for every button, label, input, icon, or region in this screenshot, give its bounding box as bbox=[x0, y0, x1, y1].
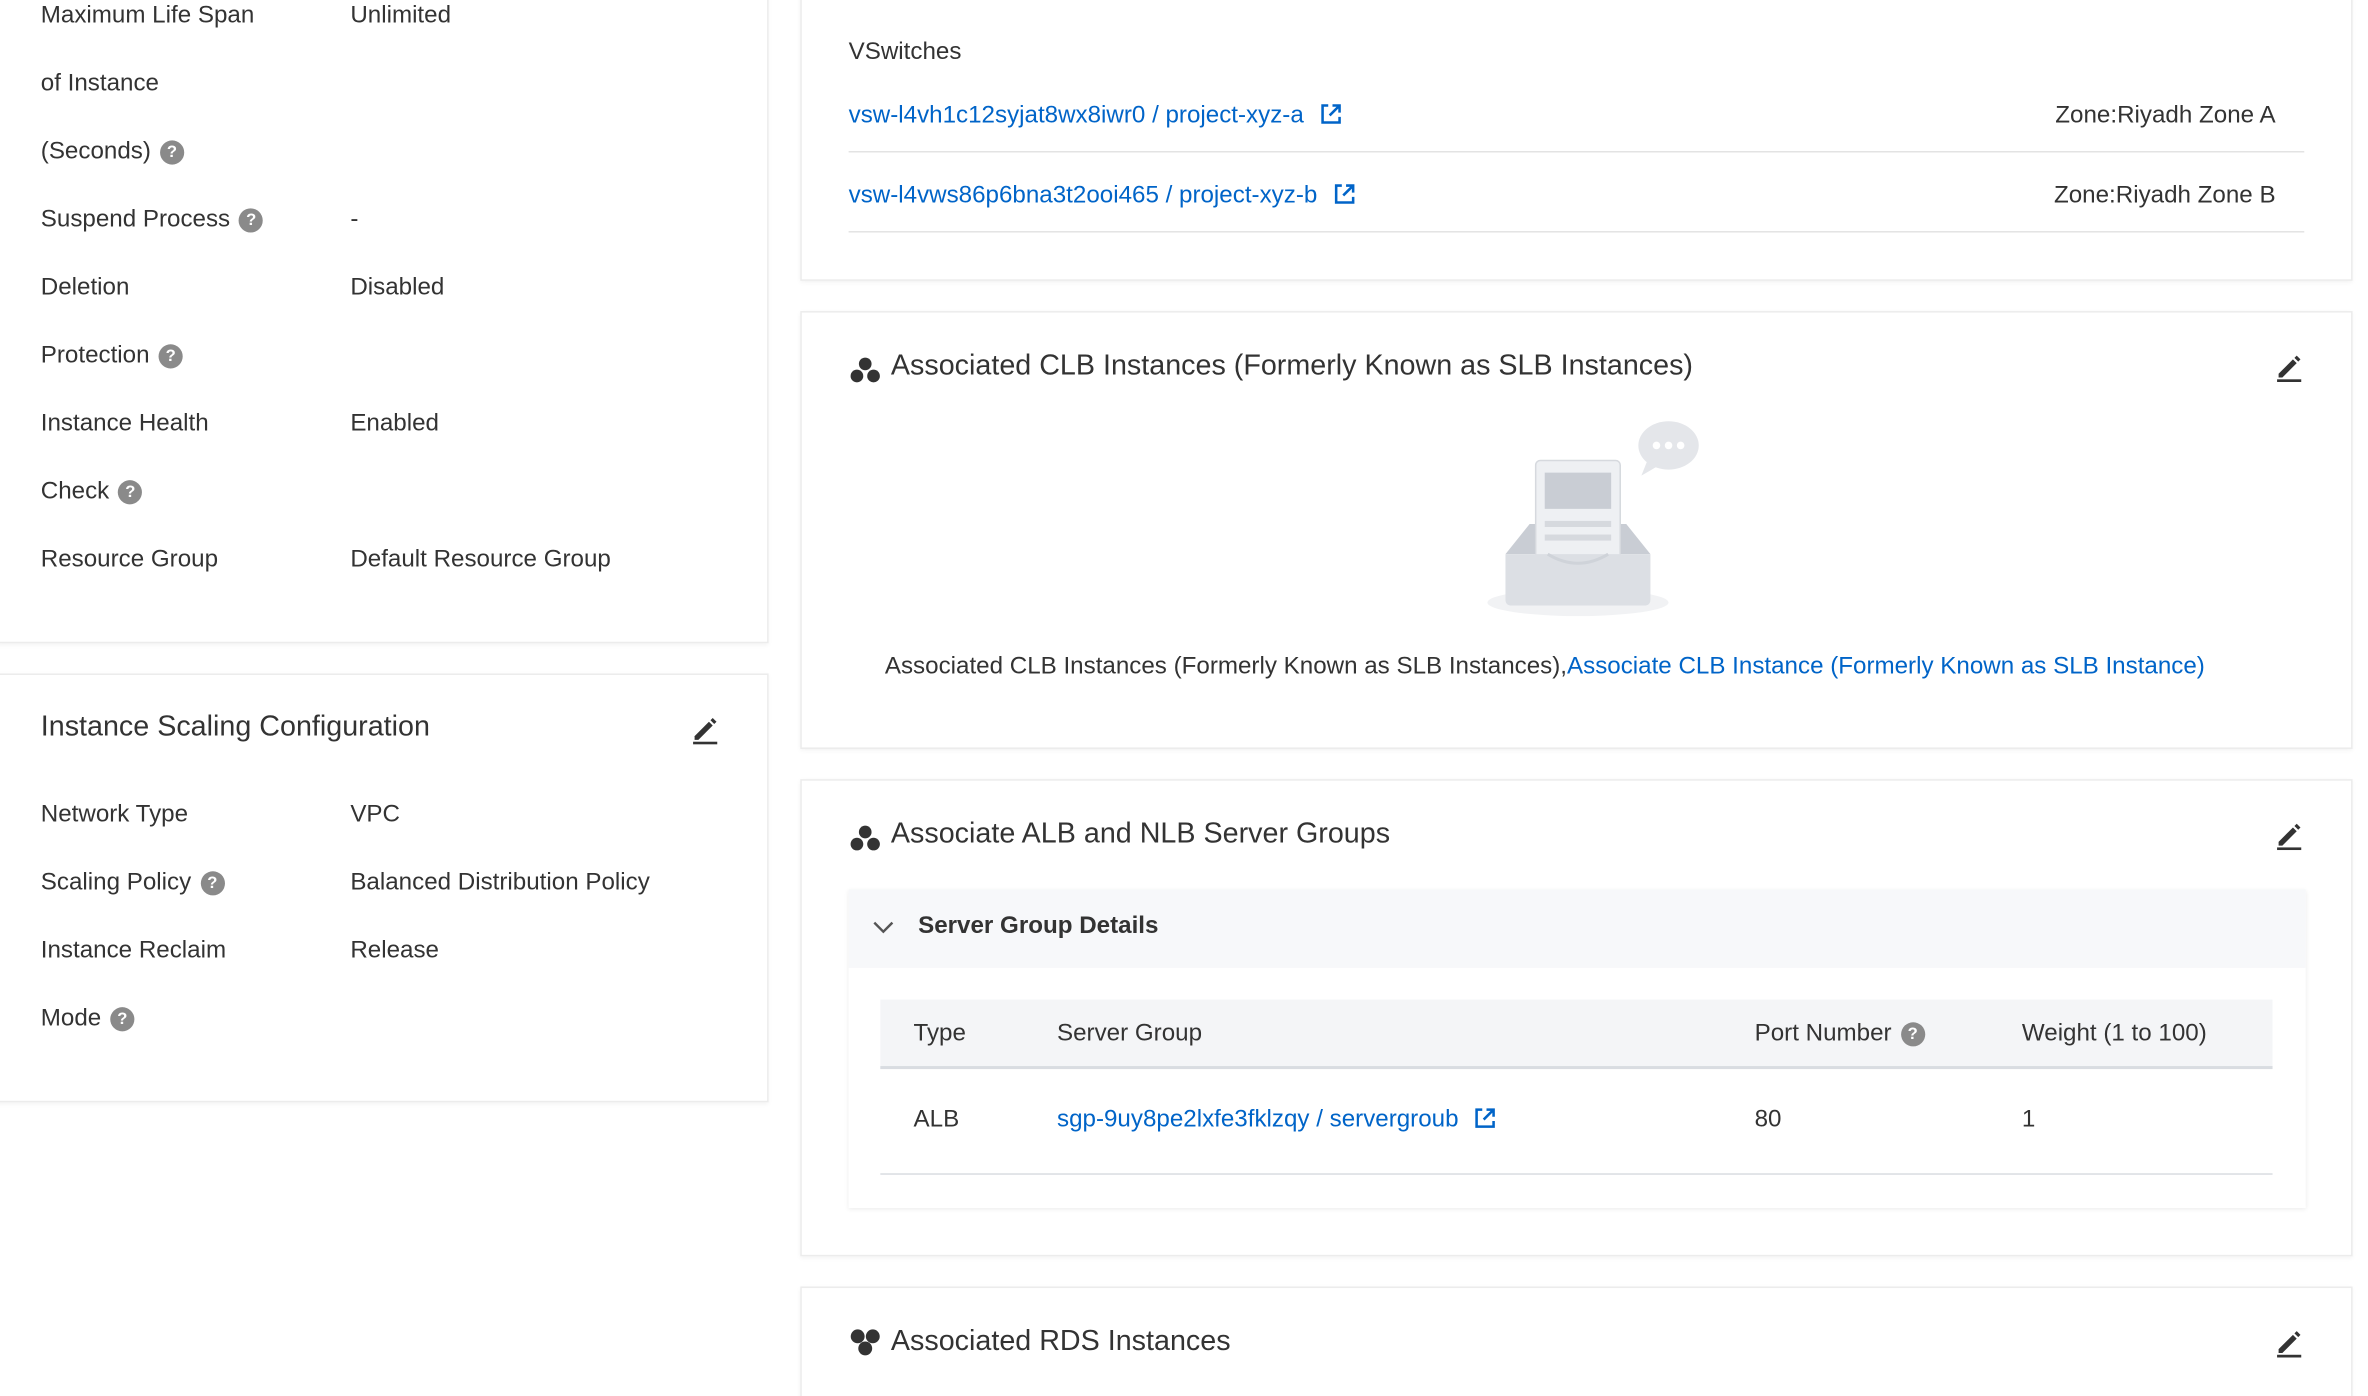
pencil-icon[interactable] bbox=[2274, 820, 2304, 851]
server-group-table: Type Server Group Port Number? Weight (1… bbox=[880, 999, 2273, 1175]
scaling-label-policy: Scaling Policy? bbox=[41, 870, 225, 897]
external-link-icon[interactable] bbox=[1333, 183, 1356, 206]
server-group-panel-header[interactable]: Server Group Details bbox=[848, 889, 2306, 968]
cell-port: 80 bbox=[1754, 1106, 1782, 1133]
server-group-panel: Server Group Details Type Server Group P… bbox=[848, 889, 2306, 1208]
scaling-label-reclaim-mode: Instance Reclaim bbox=[40, 937, 227, 964]
vswitch-zone-b: Zone:Riyadh Zone B bbox=[2053, 182, 2276, 209]
detail-label-deletion-protection: Deletion bbox=[40, 274, 130, 301]
empty-inbox-icon bbox=[1487, 421, 1699, 617]
question-circle-icon[interactable]: ? bbox=[239, 208, 264, 233]
pencil-icon[interactable] bbox=[2274, 352, 2304, 383]
cluster-icon bbox=[850, 825, 880, 851]
scaling-value-reclaim-mode: Release bbox=[350, 937, 439, 964]
detail-label-health-check: Instance Health bbox=[40, 410, 209, 437]
details-card: Maximum Life Span of Instance (Seconds)?… bbox=[0, 0, 769, 644]
col-header-weight: Weight (1 to 100) bbox=[2021, 1020, 2207, 1047]
clb-empty-message: Associated CLB Instances (Formerly Known… bbox=[884, 653, 2205, 680]
scaling-value-network-type: VPC bbox=[350, 801, 401, 828]
question-circle-icon[interactable]: ? bbox=[1900, 1022, 1925, 1047]
pencil-icon[interactable] bbox=[2274, 1327, 2304, 1358]
detail-value-deletion-protection: Disabled bbox=[350, 274, 445, 301]
vswitches-heading: VSwitches bbox=[848, 39, 962, 65]
server-group-panel-title: Server Group Details bbox=[918, 913, 1159, 940]
rds-card: Associated RDS Instances bbox=[800, 1286, 2353, 1396]
question-circle-icon[interactable]: ? bbox=[200, 871, 225, 896]
detail-value-max-life-span: Unlimited bbox=[350, 3, 452, 29]
external-link-icon[interactable] bbox=[1474, 1107, 1497, 1130]
vswitch-zone-a: Zone:Riyadh Zone A bbox=[2055, 102, 2276, 129]
question-circle-icon[interactable]: ? bbox=[158, 344, 183, 369]
page: Maximum Life Span of Instance (Seconds)?… bbox=[0, 0, 2368, 1396]
detail-label-max-life-span: Maximum Life Span bbox=[40, 3, 255, 29]
associate-clb-link[interactable]: Associate CLB Instance (Formerly Known a… bbox=[1567, 654, 2205, 680]
pencil-icon[interactable] bbox=[690, 714, 720, 745]
divider bbox=[848, 231, 2305, 233]
clb-title: Associated CLB Instances (Formerly Known… bbox=[890, 350, 1693, 383]
col-header-server-group: Server Group bbox=[1057, 1020, 1203, 1047]
scaling-value-policy: Balanced Distribution Policy bbox=[350, 869, 650, 896]
database-cluster-icon bbox=[850, 1329, 880, 1356]
vswitch-link-b[interactable]: vsw-l4vws86p6bna3t2ooi465 / project-xyz-… bbox=[849, 183, 1356, 210]
detail-label-suspend-process: Suspend Process? bbox=[41, 207, 264, 234]
detail-label-resource-group: Resource Group bbox=[40, 546, 219, 573]
chevron-down-icon[interactable] bbox=[873, 920, 894, 935]
detail-value-suspend-process: - bbox=[350, 206, 359, 233]
server-group-link[interactable]: sgp-9uy8pe2lxfe3fklzqy / servergroub bbox=[1057, 1107, 1497, 1134]
alb-nlb-card: Associate ALB and NLB Server Groups Serv… bbox=[800, 779, 2353, 1257]
detail-value-health-check: Enabled bbox=[350, 410, 439, 437]
scaling-config-card: Instance Scaling Configuration Network T… bbox=[0, 673, 769, 1103]
alb-nlb-title: Associate ALB and NLB Server Groups bbox=[890, 818, 1391, 851]
clb-card: Associated CLB Instances (Formerly Known… bbox=[800, 311, 2353, 749]
divider bbox=[848, 151, 2305, 153]
table-row: ALB sgp-9uy8pe2lxfe3fklzqy / servergroub… bbox=[880, 1069, 2273, 1175]
detail-value-resource-group: Default Resource Group bbox=[350, 546, 611, 573]
cluster-icon bbox=[850, 357, 880, 383]
table-header: Type Server Group Port Number? Weight (1… bbox=[880, 999, 2273, 1070]
cell-type: ALB bbox=[913, 1106, 960, 1133]
vswitch-link-a[interactable]: vsw-l4vh1c12syjat8wx8iwr0 / project-xyz-… bbox=[849, 103, 1343, 130]
question-circle-icon[interactable]: ? bbox=[118, 480, 143, 505]
question-circle-icon[interactable]: ? bbox=[110, 1007, 135, 1032]
cell-weight: 1 bbox=[2021, 1106, 2036, 1133]
col-header-port: Port Number? bbox=[1755, 1021, 1925, 1048]
scaling-label-network-type: Network Type bbox=[40, 801, 189, 828]
scaling-config-title: Instance Scaling Configuration bbox=[40, 711, 430, 743]
external-link-icon[interactable] bbox=[1320, 103, 1343, 126]
question-circle-icon[interactable]: ? bbox=[159, 140, 185, 165]
col-header-type: Type bbox=[913, 1020, 966, 1047]
rds-title: Associated RDS Instances bbox=[890, 1325, 1231, 1358]
vswitches-card: VSwitches vsw-l4vh1c12syjat8wx8iwr0 / pr… bbox=[800, 0, 2353, 281]
